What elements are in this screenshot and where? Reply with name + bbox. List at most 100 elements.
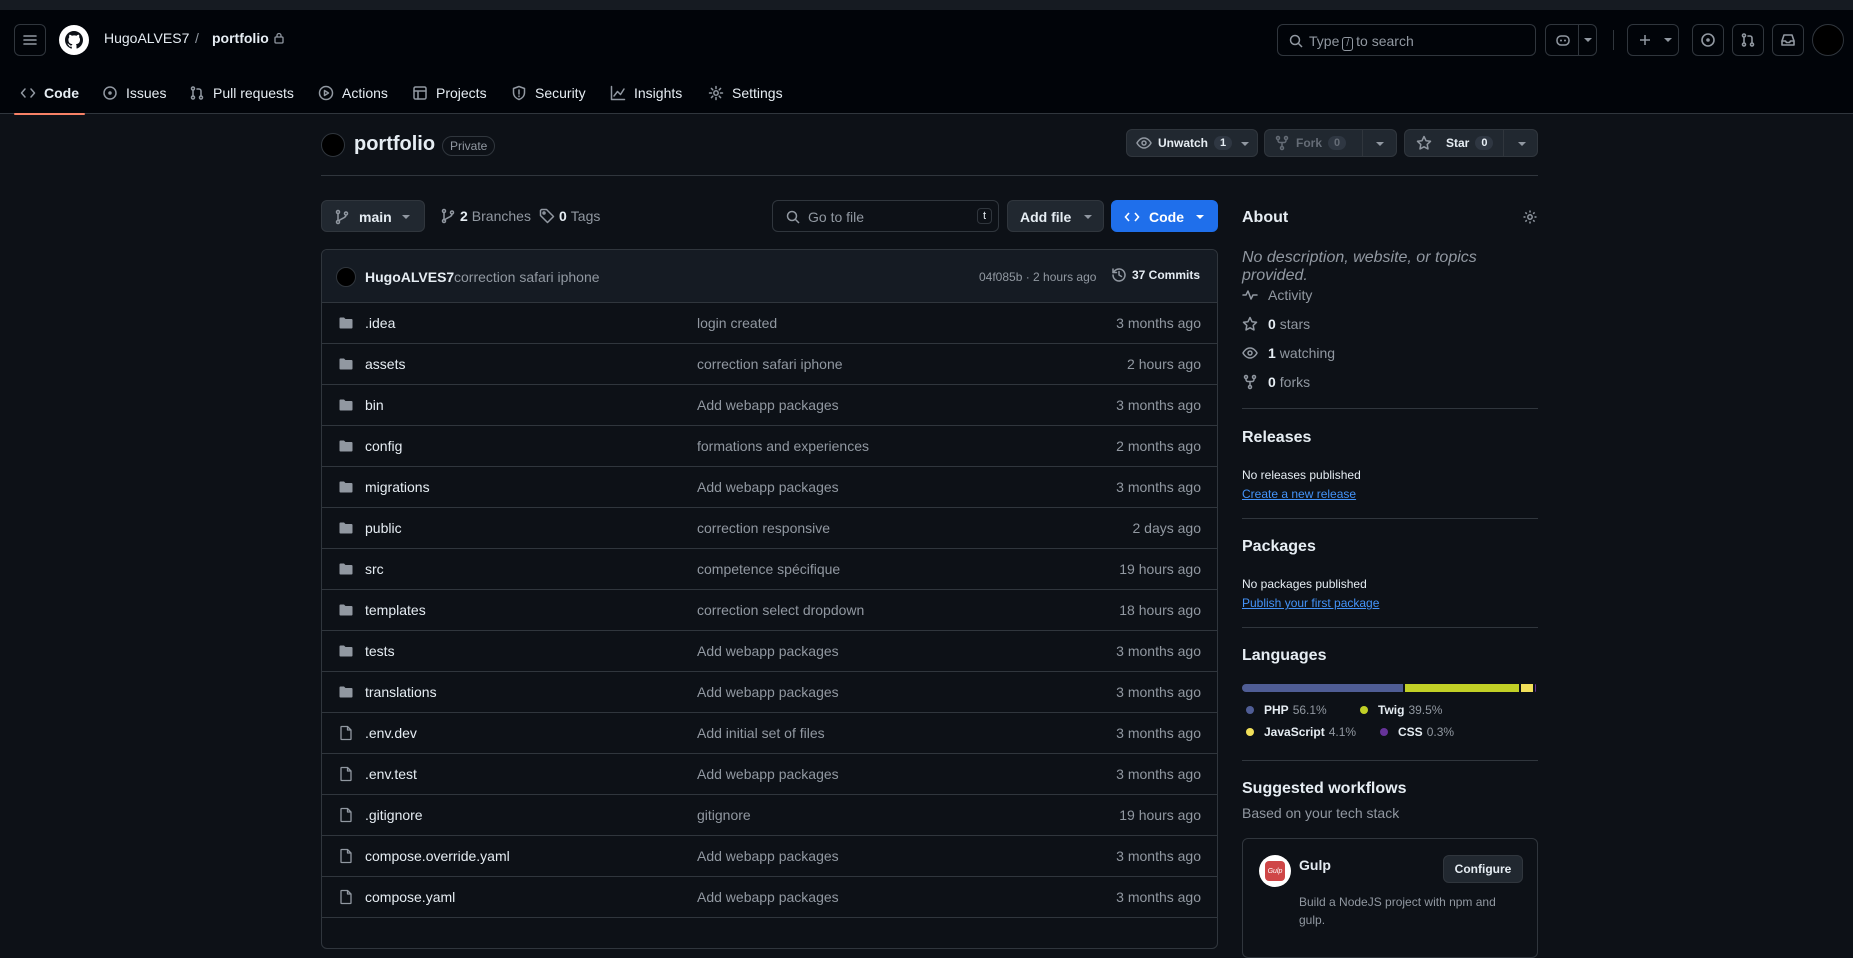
file-row[interactable]: compose.yaml Add webapp packages 3 months … bbox=[322, 877, 1217, 918]
file-commit-message[interactable]: Add webapp packages bbox=[697, 684, 839, 700]
code-button[interactable]: Code bbox=[1111, 200, 1218, 232]
tab-projects[interactable]: Projects bbox=[412, 72, 487, 114]
file-commit-message[interactable]: competence spécifique bbox=[697, 561, 840, 577]
stars-link[interactable]: 0 stars bbox=[1242, 316, 1310, 332]
fork-button[interactable]: Fork 0 bbox=[1264, 129, 1397, 157]
commit-meta[interactable]: 04f085b · 2 hours ago bbox=[979, 270, 1096, 284]
global-search-input[interactable]: Type / to search bbox=[1277, 24, 1536, 56]
file-commit-message[interactable]: Add initial set of files bbox=[697, 725, 825, 741]
eye-icon bbox=[1242, 347, 1258, 359]
file-row[interactable]: public correction responsive 2 days ago bbox=[322, 508, 1217, 549]
file-row[interactable]: config formations and experiences 2 months… bbox=[322, 426, 1217, 467]
file-name[interactable]: public bbox=[365, 520, 402, 536]
language-item[interactable]: CSS 0.3% bbox=[1380, 725, 1454, 739]
branches-link[interactable]: 2 Branches bbox=[440, 208, 531, 224]
commit-message[interactable]: correction safari iphone bbox=[454, 269, 600, 285]
create-new-button[interactable] bbox=[1627, 24, 1679, 56]
file-commit-message[interactable]: Add webapp packages bbox=[697, 397, 839, 413]
tab-pull-requests[interactable]: Pull requests bbox=[189, 72, 294, 114]
gear-icon[interactable] bbox=[1522, 209, 1538, 225]
tags-link[interactable]: 0 Tags bbox=[539, 208, 600, 224]
copilot-button[interactable] bbox=[1545, 24, 1597, 56]
file-name[interactable]: assets bbox=[365, 356, 405, 372]
file-name[interactable]: bin bbox=[365, 397, 384, 413]
star-button[interactable]: Star 0 bbox=[1404, 129, 1538, 157]
file-name[interactable]: .gitignore bbox=[365, 807, 423, 823]
file-commit-message[interactable]: correction responsive bbox=[697, 520, 830, 536]
file-row[interactable]: migrations Add webapp packages 3 months ag… bbox=[322, 467, 1217, 508]
workflows-title: Suggested workflows bbox=[1242, 780, 1407, 797]
file-row[interactable]: .gitignore gitignore 19 hours ago bbox=[322, 795, 1217, 836]
file-row[interactable]: translations Add webapp packages 3 months … bbox=[322, 672, 1217, 713]
file-commit-message[interactable]: Add webapp packages bbox=[697, 848, 839, 864]
tab-insights[interactable]: Insights bbox=[610, 72, 682, 114]
file-commit-message[interactable]: login created bbox=[697, 315, 777, 331]
configure-button[interactable]: Configure bbox=[1443, 855, 1523, 883]
publish-package-link[interactable]: Publish your first package bbox=[1242, 596, 1379, 610]
github-logo-icon[interactable] bbox=[58, 24, 90, 56]
file-commit-message[interactable]: Add webapp packages bbox=[697, 889, 839, 905]
breadcrumb-owner[interactable]: HugoALVES7 bbox=[104, 30, 189, 46]
file-commit-message[interactable]: correction select dropdown bbox=[697, 602, 864, 618]
file-name[interactable]: compose.yaml bbox=[365, 889, 455, 905]
commit-author-avatar[interactable] bbox=[336, 267, 356, 287]
watching-link[interactable]: 1 watching bbox=[1242, 345, 1335, 361]
pull-requests-button[interactable] bbox=[1732, 24, 1764, 56]
file-row[interactable]: src competence spécifique 19 hours ago bbox=[322, 549, 1217, 590]
file-name[interactable]: .idea bbox=[365, 315, 395, 331]
file-name[interactable]: templates bbox=[365, 602, 426, 618]
owner-avatar[interactable] bbox=[321, 133, 345, 157]
file-commit-message[interactable]: Add webapp packages bbox=[697, 643, 839, 659]
user-avatar[interactable] bbox=[1812, 24, 1844, 56]
file-commit-message[interactable]: correction safari iphone bbox=[697, 356, 843, 372]
file-name[interactable]: config bbox=[365, 438, 402, 454]
branch-selector[interactable]: main bbox=[321, 200, 425, 232]
create-release-link[interactable]: Create a new release bbox=[1242, 487, 1356, 501]
file-row[interactable]: bin Add webapp packages 3 months ago bbox=[322, 385, 1217, 426]
file-name[interactable]: tests bbox=[365, 643, 395, 659]
breadcrumb-repo[interactable]: portfolio bbox=[212, 30, 269, 46]
language-item[interactable]: Twig 39.5% bbox=[1360, 703, 1442, 717]
unwatch-button[interactable]: Unwatch 1 bbox=[1126, 129, 1258, 157]
menu-button[interactable] bbox=[14, 24, 46, 56]
folder-icon bbox=[339, 440, 353, 452]
file-name[interactable]: src bbox=[365, 561, 384, 577]
language-item[interactable]: JavaScript 4.1% bbox=[1246, 725, 1356, 739]
file-commit-message[interactable]: Add webapp packages bbox=[697, 479, 839, 495]
file-commit-message[interactable]: formations and experiences bbox=[697, 438, 869, 454]
file-row[interactable]: .env.test Add webapp packages 3 months ago bbox=[322, 754, 1217, 795]
packages-title[interactable]: Packages bbox=[1242, 538, 1316, 556]
forks-link[interactable]: 0 forks bbox=[1242, 374, 1310, 390]
folder-icon bbox=[339, 399, 353, 411]
file-row[interactable]: .idea login created 3 months ago bbox=[322, 303, 1217, 344]
activity-link[interactable]: Activity bbox=[1242, 287, 1312, 303]
tab-issues[interactable]: Issues bbox=[102, 72, 166, 114]
file-name[interactable]: .env.dev bbox=[365, 725, 417, 741]
file-commit-message[interactable]: Add webapp packages bbox=[697, 766, 839, 782]
file-row[interactable]: .env.dev Add initial set of files 3 months… bbox=[322, 713, 1217, 754]
language-item[interactable]: PHP 56.1% bbox=[1246, 703, 1327, 717]
add-file-button[interactable]: Add file bbox=[1007, 200, 1104, 232]
inbox-button[interactable] bbox=[1772, 24, 1804, 56]
tab-code[interactable]: Code bbox=[14, 72, 85, 115]
releases-title[interactable]: Releases bbox=[1242, 429, 1311, 447]
folder-icon bbox=[339, 522, 353, 534]
gulp-logo-icon: Gulp bbox=[1259, 855, 1291, 887]
file-commit-message[interactable]: gitignore bbox=[697, 807, 751, 823]
tab-actions[interactable]: Actions bbox=[318, 72, 388, 114]
file-name[interactable]: translations bbox=[365, 684, 437, 700]
file-row[interactable]: templates correction select dropdown 18 ho… bbox=[322, 590, 1217, 631]
file-name[interactable]: .env.test bbox=[365, 766, 417, 782]
file-name[interactable]: migrations bbox=[365, 479, 430, 495]
commits-link[interactable]: 37 Commits bbox=[1111, 267, 1200, 283]
file-name[interactable]: compose.override.yaml bbox=[365, 848, 510, 864]
file-row[interactable]: compose.override.yaml Add webapp packages… bbox=[322, 836, 1217, 877]
issues-button[interactable] bbox=[1692, 24, 1724, 56]
repo-title[interactable]: portfolio bbox=[354, 133, 435, 156]
commit-author[interactable]: HugoALVES7 bbox=[365, 269, 454, 285]
tab-settings[interactable]: Settings bbox=[708, 72, 783, 114]
file-row[interactable]: assets correction safari iphone 2 hours ag… bbox=[322, 344, 1217, 385]
go-to-file-input[interactable]: Go to file t bbox=[772, 200, 999, 232]
file-row[interactable]: tests Add webapp packages 3 months ago bbox=[322, 631, 1217, 672]
tab-security[interactable]: Security bbox=[511, 72, 586, 114]
